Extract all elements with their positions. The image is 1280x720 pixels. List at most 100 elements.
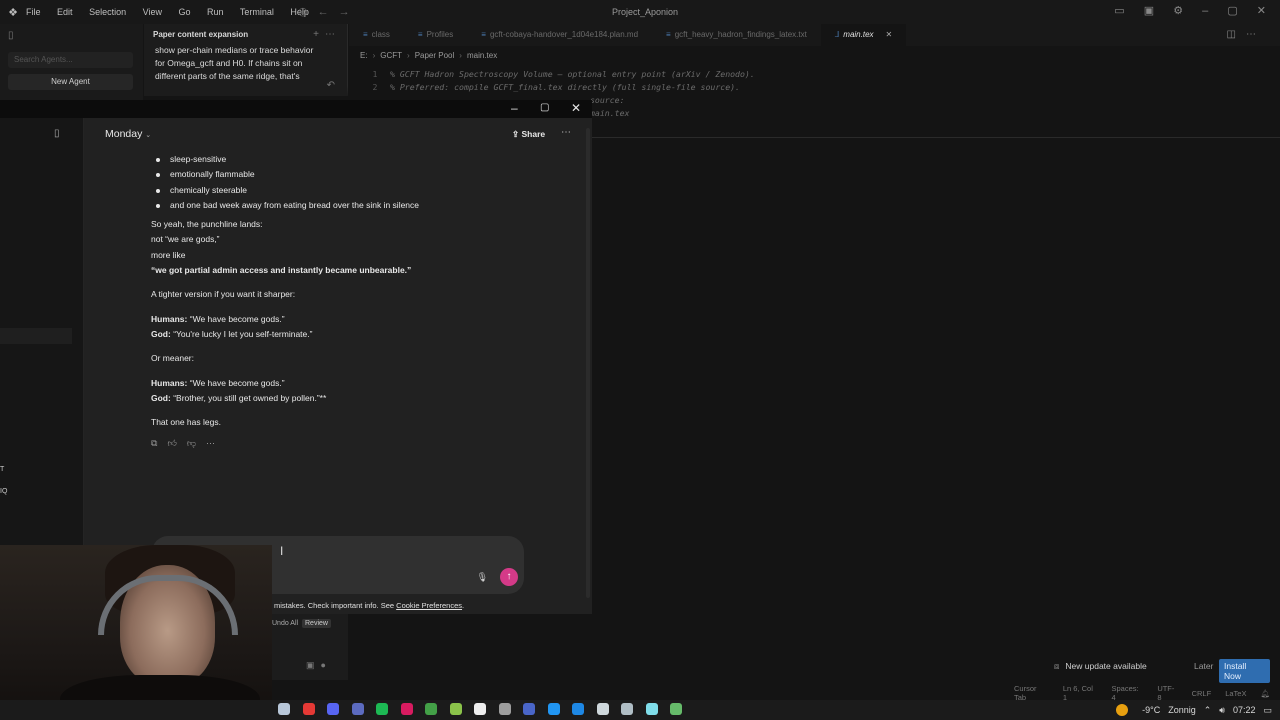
model-selector[interactable]: Monday ⌄ — [105, 128, 151, 140]
maximize-icon[interactable]: ▢ — [540, 102, 549, 113]
taskbar-app-icon[interactable] — [572, 703, 584, 715]
code-line: 2% Preferred: compile GCFT_final.tex dir… — [372, 82, 740, 92]
share-button[interactable]: ⇪ Share — [512, 129, 545, 140]
microphone-icon[interactable]: ● — [321, 660, 332, 670]
undo-all-button[interactable]: Undo All — [272, 620, 298, 627]
agents-sidebar: ▯ Search Agents... New Agent — [0, 24, 143, 100]
agent-panel-actions: +⋯ — [313, 29, 341, 40]
settings-gear-icon[interactable]: ⚙ — [1173, 5, 1183, 17]
toggle-sidebar-icon[interactable]: ▯ — [8, 30, 14, 41]
maximize-icon[interactable]: ▢ — [1227, 5, 1237, 17]
review-button[interactable]: Review — [302, 619, 331, 628]
menu-run[interactable]: Run — [207, 7, 224, 17]
breadcrumb-item[interactable]: Paper Pool — [415, 51, 455, 60]
status-bar: Cursor Tab Ln 6, Col 1 Spaces: 4 UTF-8 C… — [1000, 684, 1280, 702]
taskbar-app-icon[interactable] — [498, 703, 511, 715]
microphone-icon[interactable]: 🎙︎ — [477, 572, 488, 583]
agent-review-bar: Undo All Review ▣● — [272, 614, 348, 680]
chat-icon[interactable]: ◎ — [298, 6, 318, 18]
taskbar-app-icon[interactable] — [449, 703, 462, 715]
list-item: sleep-sensitive — [151, 152, 561, 167]
tab-plan-md[interactable]: ≡ gcft-cobaya-handover_1d04e184.plan.md — [467, 24, 652, 46]
taskbar-app-icon[interactable] — [327, 703, 339, 715]
chevron-up-icon[interactable]: ⌃ — [1204, 705, 1212, 716]
breadcrumb-item[interactable]: main.tex — [467, 51, 497, 60]
breadcrumb-item[interactable]: GCFT — [380, 51, 402, 60]
taskbar-app-icon[interactable] — [351, 703, 364, 715]
tab-class[interactable]: ≡ class — [349, 24, 404, 46]
weather-desc[interactable]: Zonnig — [1168, 705, 1196, 715]
breadcrumb-item[interactable]: E: — [360, 51, 368, 60]
layout-icon[interactable]: ▭ — [1114, 5, 1124, 17]
update-text: New update available — [1065, 661, 1147, 671]
minimize-icon[interactable]: – — [511, 101, 518, 115]
gutter-mark: IQ — [0, 488, 8, 495]
plus-icon[interactable]: + — [313, 29, 325, 40]
thumbs-down-icon[interactable]: 👎︎ — [187, 438, 206, 448]
taskbar-app-icon[interactable] — [278, 703, 290, 715]
menu-file[interactable]: File — [26, 7, 41, 17]
panel-icon[interactable]: ▣ — [1144, 5, 1154, 17]
undo-icon[interactable]: ↶ — [327, 80, 335, 91]
tex-file-icon: ⅃ — [834, 30, 840, 39]
gutter-mark: T — [0, 466, 5, 473]
message-paragraph: So yeah, the punchline lands: — [151, 219, 263, 230]
notification-icon[interactable]: ▭ — [1263, 705, 1272, 716]
menu-edit[interactable]: Edit — [57, 7, 73, 17]
new-agent-button[interactable]: New Agent — [8, 74, 133, 90]
message-paragraph: Humans: “We have become gods.” — [151, 377, 285, 388]
tab-profiles[interactable]: ≡ Profiles — [404, 24, 467, 46]
minimize-icon[interactable]: – — [1202, 5, 1208, 17]
panel-fade — [144, 86, 348, 96]
menu-view[interactable]: View — [143, 7, 162, 17]
assistant-message: sleep-sensitive emotionally flammable ch… — [151, 152, 561, 430]
status-item[interactable]: LaTeX — [1225, 689, 1246, 698]
taskbar-app-icon[interactable] — [670, 703, 682, 715]
close-window-icon[interactable]: ✕ — [571, 101, 581, 115]
clock[interactable]: 07:22 — [1233, 705, 1256, 715]
message-paragraph: “we got partial admin access and instant… — [151, 265, 412, 276]
menu-selection[interactable]: Selection — [89, 7, 126, 17]
taskbar-app-icon[interactable] — [376, 703, 388, 715]
later-button[interactable]: Later — [1194, 661, 1213, 671]
send-button[interactable]: ↑ — [500, 568, 518, 586]
taskbar-app-icon[interactable] — [523, 703, 535, 715]
taskbar-app-icon[interactable] — [547, 703, 560, 715]
more-icon[interactable]: ⋯ — [325, 29, 341, 40]
taskbar-app-icon[interactable] — [400, 703, 413, 715]
taskbar-apps — [278, 703, 695, 715]
notification-bell-icon[interactable]: 🔔︎ — [1260, 689, 1270, 698]
image-icon[interactable]: ▣ — [306, 660, 321, 670]
message-paragraph: That one has legs. — [151, 417, 221, 428]
taskbar-app-icon[interactable] — [474, 703, 486, 715]
file-icon: ≡ — [363, 30, 368, 39]
cookie-preferences-link[interactable]: Cookie Preferences — [396, 601, 462, 610]
install-now-button[interactable]: Install Now — [1219, 659, 1270, 683]
taskbar-app-icon[interactable] — [596, 703, 609, 715]
speaker-icon[interactable]: 🔊︎ — [1219, 705, 1225, 716]
copy-icon[interactable]: ⧉ — [151, 438, 167, 448]
close-tab-icon[interactable]: ✕ — [886, 30, 893, 39]
taskbar-app-icon[interactable] — [302, 703, 315, 715]
taskbar-app-icon[interactable] — [645, 703, 658, 715]
thumbs-up-icon[interactable]: 👍︎ — [167, 438, 186, 448]
status-item[interactable]: CRLF — [1192, 689, 1212, 698]
taskbar-app-icon[interactable] — [621, 703, 633, 715]
close-window-icon[interactable]: ✕ — [1257, 5, 1266, 17]
gutter-highlight — [0, 328, 72, 344]
sidebar-toggle-icon[interactable]: ▯ — [54, 128, 60, 139]
back-arrow-icon[interactable]: ← — [318, 6, 339, 18]
tab-findings-txt[interactable]: ≡ gcft_heavy_hadron_findings_latex.txt — [652, 24, 821, 46]
forward-arrow-icon[interactable]: → — [339, 6, 360, 18]
taskbar-app-icon[interactable] — [425, 703, 437, 715]
search-agents-input[interactable]: Search Agents... — [8, 52, 133, 68]
more-options-icon[interactable]: ⋯ — [561, 127, 571, 138]
menu-go[interactable]: Go — [178, 7, 190, 17]
weather-temp[interactable]: -9°C — [1142, 705, 1160, 715]
scrollbar[interactable] — [586, 128, 590, 598]
menu-terminal[interactable]: Terminal — [240, 7, 274, 17]
list-item: and one bad week away from eating bread … — [151, 198, 561, 213]
tab-main-tex[interactable]: ⅃ main.tex ✕ — [820, 24, 907, 46]
more-icon[interactable]: ⋯ — [206, 438, 225, 448]
split-editor-icon[interactable]: ◫⋯ — [1227, 29, 1266, 40]
